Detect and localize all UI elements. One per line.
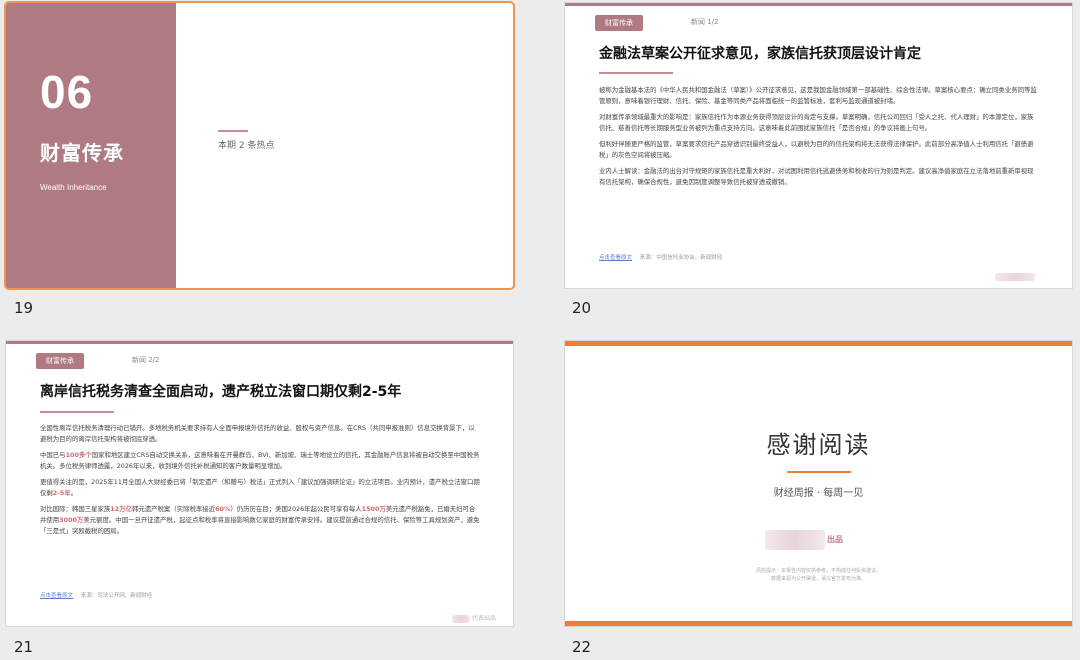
- slide-thumbnail-20[interactable]: 财富传承 新闻 1/2 金融法草案公开征求意见，家族信托获顶层设计肯定 被称为金…: [565, 3, 1072, 288]
- brand-logo: [765, 529, 825, 550]
- article-headline: 金融法草案公开征求意见，家族信托获顶层设计肯定: [599, 46, 921, 62]
- paragraph-text: 。: [70, 489, 78, 497]
- view-original-link[interactable]: 点击查看原文: [599, 255, 632, 261]
- title-rule: [787, 471, 851, 473]
- section-cover-panel: 06 财富传承 Wealth Inheritance: [6, 3, 176, 288]
- highlighted-figure: 12万亿: [110, 505, 132, 513]
- top-accent-bar: [565, 3, 1072, 6]
- watermark: 代表出品: [452, 613, 496, 623]
- top-accent-bar: [6, 341, 513, 344]
- article-paragraph: 业内人士解读：金融法的出台对守规矩的家族信托是重大利好，对试图利用信托逃避债务和…: [599, 167, 1034, 186]
- section-title: 财富传承: [40, 141, 124, 165]
- paragraph-text: 国家和地区建立CRS自动交换关系，这意味着在开曼群岛、BVI、新加坡、瑞士等地设…: [40, 451, 480, 470]
- article-headline: 离岸信托税务清查全面启动，遗产税立法窗口期仅剩2-5年: [40, 384, 402, 400]
- category-tag: 财富传承: [36, 353, 84, 369]
- paragraph-text: 美元额度。中国一旦开征遗产税，起征点和税率将直接影响数亿家庭的财富传承安排。建议…: [40, 516, 480, 535]
- slide-number-21: 21: [14, 638, 34, 656]
- paragraph-text: 全国性离岸信托税务清理行动已铺开。多地税务机关要求持有人全面申报境外信托的收益、…: [40, 424, 475, 443]
- paragraph-text: 更值得关注的是，2025年11月全国人大财经委已将「制定遗产（和赠与）税法」正式…: [40, 478, 480, 497]
- article-paragraph: 中国已与100多个国家和地区建立CRS自动交换关系，这意味着在开曼群岛、BVI、…: [40, 450, 480, 472]
- paragraph-text: 对比国际：韩国三星家族: [40, 505, 111, 513]
- headline-rule: [599, 72, 673, 74]
- news-page-indicator: 新闻 1/2: [691, 18, 719, 26]
- top-accent-bar: [565, 341, 1072, 346]
- article-body: 被称为金融基本法的《中华人民共和国金融法（草案）》公开征求意见，这是我国金融领域…: [599, 85, 1039, 193]
- disclaimer-line: 数据来源为公开渠道，请以官方发布为准。: [770, 576, 866, 582]
- article-source: 点击查看原文 来源：中国信托业协会、新闻财经: [599, 253, 722, 261]
- slide-number-20: 20: [572, 299, 592, 317]
- slide-number-19: 19: [14, 299, 34, 317]
- highlighted-figure: 3000万: [59, 516, 84, 524]
- divider-line: [218, 130, 248, 132]
- headline-rule: [40, 411, 114, 413]
- section-number: 06: [40, 66, 94, 118]
- slide-number-22: 22: [572, 638, 592, 656]
- disclaimer: 风险提示：本报告内容仅供参考，不构成任何投资建议。 数据来源为公开渠道，请以官方…: [565, 567, 1072, 583]
- watermark-text: 代表出品: [471, 615, 496, 622]
- disclaimer-line: 风险提示：本报告内容仅供参考，不构成任何投资建议。: [755, 568, 881, 574]
- brand-mark: 出品: [765, 529, 843, 550]
- article-paragraph: 更值得关注的是，2025年11月全国人大财经委已将「制定遗产（和赠与）税法」正式…: [40, 477, 480, 499]
- section-subtitle: Wealth Inheritance: [40, 183, 107, 192]
- article-paragraph: 但利好伴随更严格的监管，草案要求信托产品穿透识别最终受益人，以避税为目的的信托架…: [599, 140, 1034, 159]
- hotspot-count: 本期 2 条热点: [218, 141, 275, 151]
- source-text: 来源：中国信托业协会、新闻财经: [639, 255, 723, 261]
- article-paragraph: 对财富传承领域最重大的影响是：家族信托作为本源业务获得顶层设计的肯定与支撑。草案…: [599, 113, 1034, 132]
- highlighted-figure: 1500万: [361, 505, 386, 513]
- slide-thumbnail-19[interactable]: 06 财富传承 Wealth Inheritance 本期 2 条热点: [6, 3, 513, 288]
- slide-thumbnail-22[interactable]: 感谢阅读 财经周报 · 每周一见 出品 风险提示：本报告内容仅供参考，不构成任何…: [565, 341, 1072, 626]
- paragraph-text: 韩元遗产税案（实际税率接近: [131, 505, 216, 513]
- highlighted-figure: 2-5年: [52, 489, 71, 497]
- paragraph-text: ）仍历历在目；美国2026年起公民可享有每人: [230, 505, 362, 513]
- article-body: 全国性离岸信托税务清理行动已铺开。多地税务机关要求持有人全面申报境外信托的收益、…: [40, 423, 480, 542]
- highlighted-figure: 60%: [215, 505, 231, 513]
- highlighted-figure: 100多个: [65, 451, 92, 459]
- view-original-link[interactable]: 点击查看原文: [40, 593, 73, 599]
- category-tag: 财富传承: [595, 15, 643, 31]
- source-text: 来源：司法公开网、新闻财经: [80, 593, 153, 599]
- slide-thumbnail-21[interactable]: 财富传承 新闻 2/2 离岸信托税务清查全面启动，遗产税立法窗口期仅剩2-5年 …: [6, 341, 513, 626]
- watermark: [995, 273, 1035, 283]
- news-page-indicator: 新闻 2/2: [132, 356, 160, 364]
- paragraph-text: 中国已与: [40, 451, 66, 459]
- thanks-title: 感谢阅读: [766, 431, 871, 459]
- bottom-accent-bar: [565, 621, 1072, 626]
- brand-suffix: 出品: [827, 535, 843, 544]
- article-paragraph: 对比国际：韩国三星家族12万亿韩元遗产税案（实际税率接近60%）仍历历在目；美国…: [40, 504, 480, 537]
- article-source: 点击查看原文 来源：司法公开网、新闻财经: [40, 591, 152, 599]
- tagline: 财经周报 · 每周一见: [773, 488, 864, 499]
- article-paragraph: 被称为金融基本法的《中华人民共和国金融法（草案）》公开征求意见，这是我国金融领域…: [599, 86, 1037, 105]
- article-paragraph: 全国性离岸信托税务清理行动已铺开。多地税务机关要求持有人全面申报境外信托的收益、…: [40, 423, 480, 445]
